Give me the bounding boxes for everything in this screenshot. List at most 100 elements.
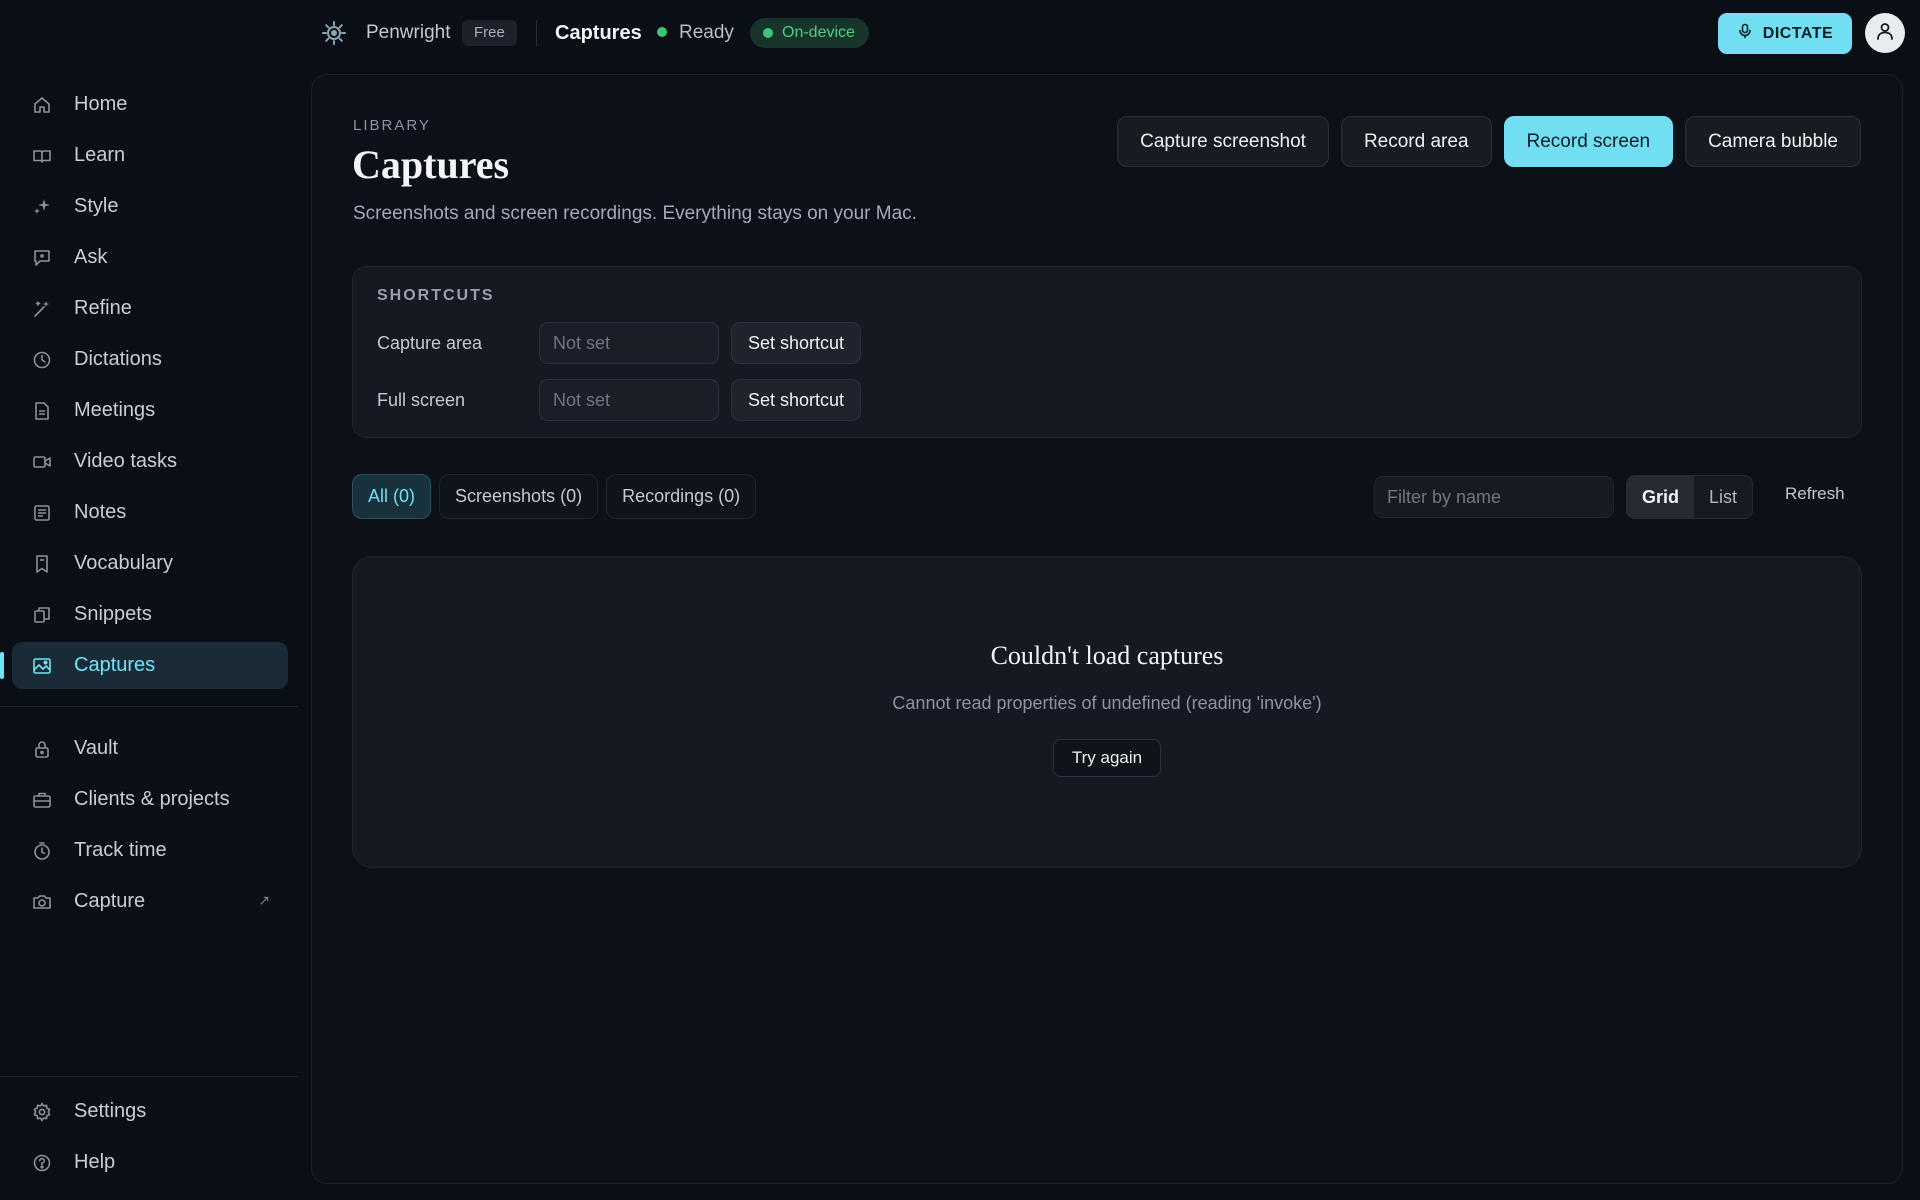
stopwatch-icon [32,841,52,861]
capture-filter-tabs: All (0) Screenshots (0) Recordings (0) [352,474,757,519]
sidebar-item-learn[interactable]: Learn [12,132,288,179]
secondary-nav: Vault Clients & projects Track time Capt… [12,725,288,929]
sidebar-item-captures[interactable]: Captures [0,642,288,689]
filter-by-name-input[interactable] [1374,476,1614,518]
sidebar-item-label: Learn [74,144,126,166]
capture-actions: Capture screenshot Record area Record sc… [1117,116,1861,167]
sidebar-item-label: Ask [74,246,108,268]
record-screen-button[interactable]: Record screen [1503,116,1674,167]
sidebar-item-label: Help [74,1151,116,1173]
shortcut-row-capture-area: Capture area Not set Set shortcut [377,322,862,364]
active-indicator [0,652,4,679]
sidebar-item-snippets[interactable]: Snippets [12,591,288,638]
shortcut-field-full-screen[interactable]: Not set [539,379,719,421]
topbar-divider [536,20,537,46]
shortcut-label: Capture area [377,332,483,353]
shortcut-row-full-screen: Full screen Not set Set shortcut [377,379,862,421]
tab-screenshots[interactable]: Screenshots (0) [439,474,599,519]
sidebar-item-label: Vault [74,737,119,759]
shortcut-label: Full screen [377,389,466,410]
app-logo-icon [320,19,348,47]
refresh-button[interactable]: Refresh [1785,484,1845,504]
sidebar-item-style[interactable]: Style [12,183,288,230]
sidebar-item-label: Settings [74,1100,147,1122]
footer-nav: Settings Help [12,1088,288,1190]
tab-recordings[interactable]: Recordings (0) [606,474,757,519]
sidebar-item-meetings[interactable]: Meetings [12,387,288,434]
sidebar-divider [0,706,298,707]
sidebar: Home Learn Style Ask Refine Dictations M… [0,0,300,1200]
plan-badge: Free [462,20,517,46]
sidebar-item-video-tasks[interactable]: Video tasks [12,438,288,485]
sidebar-item-track-time[interactable]: Track time [12,827,288,874]
video-icon [32,452,52,472]
sidebar-item-notes[interactable]: Notes [12,489,288,536]
camera-bubble-button[interactable]: Camera bubble [1685,116,1861,167]
sidebar-item-label: Refine [74,297,132,319]
sidebar-item-vocabulary[interactable]: Vocabulary [12,540,288,587]
app-name: Penwright [366,22,451,43]
sidebar-item-label: Video tasks [74,450,178,472]
notes-icon [32,503,52,523]
error-message: Cannot read properties of undefined (rea… [892,693,1322,713]
lock-icon [32,739,52,759]
status-text: Ready [679,22,734,43]
sidebar-item-capture[interactable]: Capture ↗ [12,878,288,925]
sidebar-item-label: Home [74,93,128,115]
error-state-card: Couldn't load captures Cannot read prope… [352,556,1862,868]
try-again-button[interactable]: Try again [1053,739,1161,777]
document-icon [32,401,52,421]
sidebar-divider [0,1076,298,1077]
view-toggle: Grid List [1626,475,1754,519]
dictate-label: DICTATE [1762,24,1834,42]
capture-screenshot-button[interactable]: Capture screenshot [1117,116,1329,167]
sidebar-item-clients-projects[interactable]: Clients & projects [12,776,288,823]
sidebar-item-help[interactable]: Help [12,1139,288,1186]
main-panel: LIBRARY Captures Screenshots and screen … [311,74,1903,1184]
set-shortcut-button[interactable]: Set shortcut [731,322,862,364]
home-icon [32,95,52,115]
external-link-icon: ↗ [258,892,270,908]
page-overline: LIBRARY [353,117,431,134]
set-shortcut-button[interactable]: Set shortcut [731,379,862,421]
record-area-button[interactable]: Record area [1340,116,1492,167]
sidebar-item-refine[interactable]: Refine [12,285,288,332]
help-icon [32,1153,52,1173]
shortcut-field-capture-area[interactable]: Not set [539,322,719,364]
microphone-icon [1737,23,1753,44]
grid-view-button[interactable]: Grid [1627,476,1695,518]
gear-icon [32,1102,52,1122]
clock-icon [32,350,52,370]
avatar[interactable] [1865,13,1905,53]
briefcase-icon [32,790,52,810]
sidebar-item-label: Track time [74,839,167,861]
sidebar-item-label: Capture [74,890,146,912]
sidebar-item-label: Dictations [74,348,162,370]
sidebar-item-dictations[interactable]: Dictations [12,336,288,383]
tab-all[interactable]: All (0) [352,474,432,519]
sidebar-item-ask[interactable]: Ask [12,234,288,281]
sidebar-item-vault[interactable]: Vault [12,725,288,772]
sidebar-item-label: Meetings [74,399,156,421]
sidebar-item-label: Style [74,195,119,217]
user-icon [1874,20,1896,47]
snippets-icon [32,605,52,625]
camera-icon [32,892,52,912]
shortcuts-title: SHORTCUTS [377,287,495,304]
sidebar-item-settings[interactable]: Settings [12,1088,288,1135]
page-subtitle: Screenshots and screen recordings. Every… [353,203,917,224]
book-icon [32,146,52,166]
primary-nav: Home Learn Style Ask Refine Dictations M… [0,81,288,693]
shortcuts-card: SHORTCUTS Capture area Not set Set short… [352,266,1862,438]
sparkle-icon [32,197,52,217]
list-view-button[interactable]: List [1694,476,1752,518]
page-title: Captures [352,142,510,187]
on-device-badge: On-device [750,18,869,48]
status-dot-icon [657,27,667,37]
sidebar-item-label: Notes [74,501,127,523]
image-icon [32,656,52,676]
sidebar-item-label: Captures [74,654,156,676]
dictate-button[interactable]: DICTATE [1718,13,1852,54]
sidebar-item-label: Snippets [74,603,152,625]
sidebar-item-home[interactable]: Home [12,81,288,128]
